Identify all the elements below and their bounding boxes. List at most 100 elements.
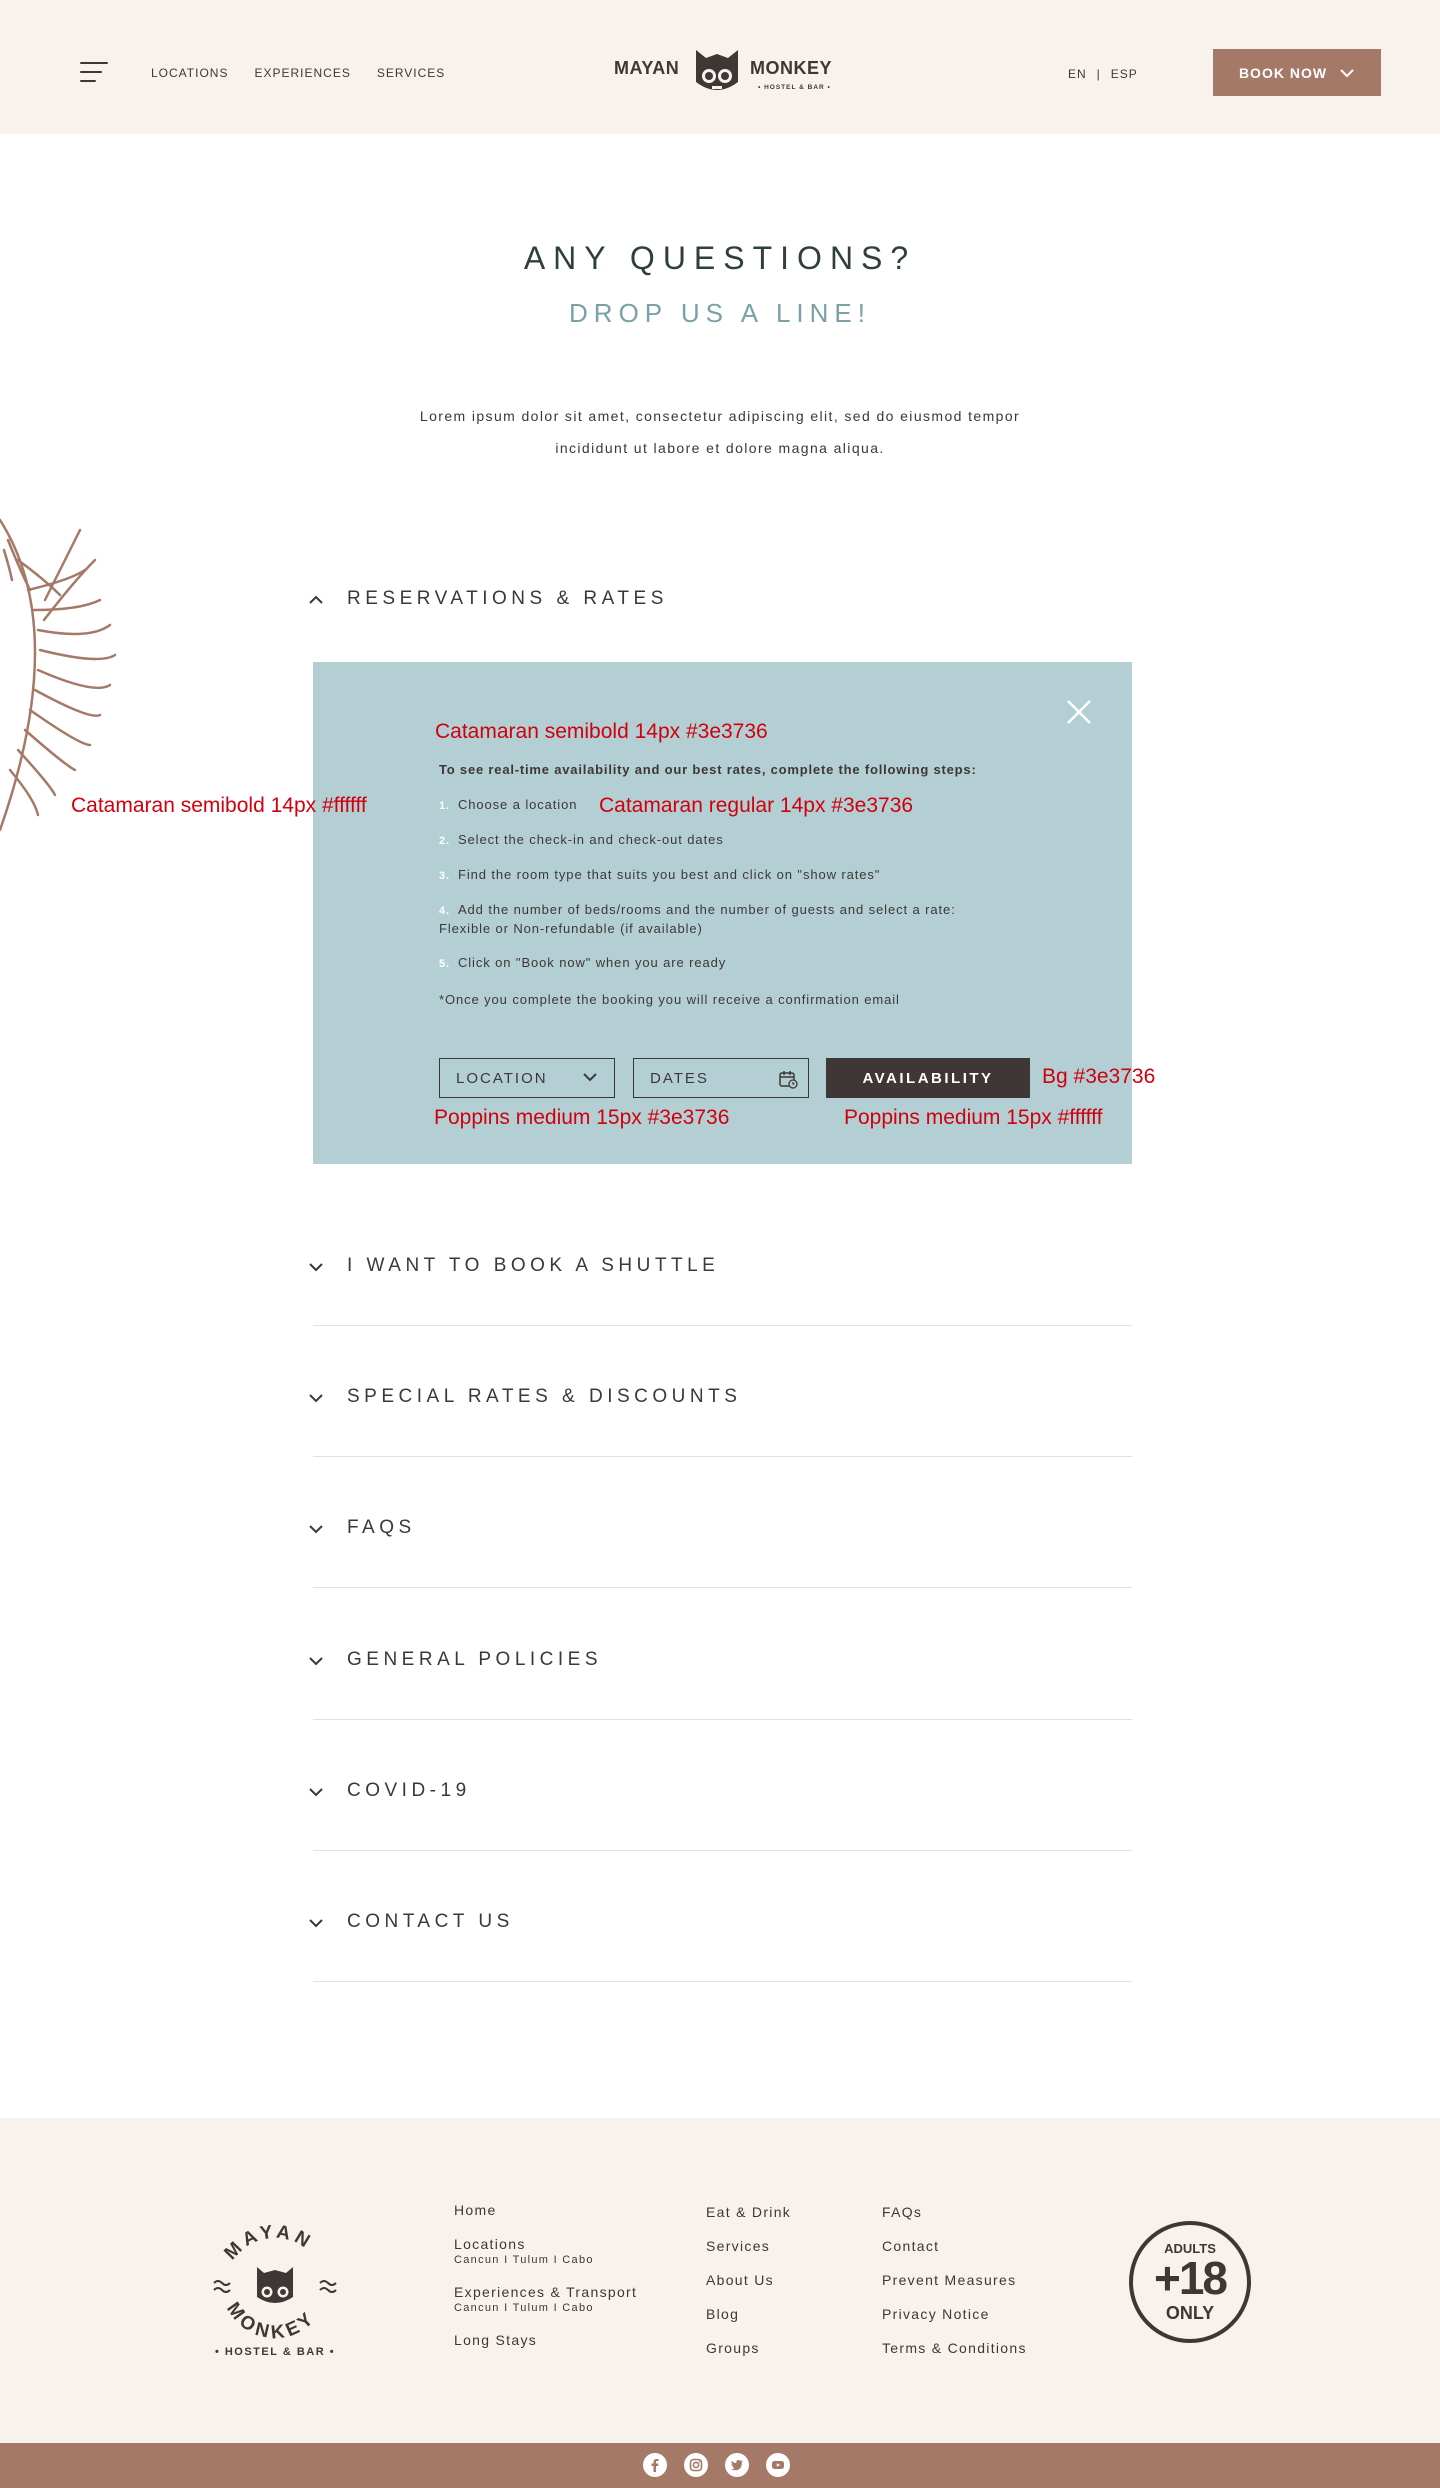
annotation-field-font: Poppins medium 15px #3e3736: [434, 1106, 730, 1129]
social-links: [643, 2453, 790, 2477]
footer-col-3: FAQs Contact Prevent Measures Privacy No…: [882, 2195, 1027, 2365]
footer-col-2: Eat & Drink Services About Us Blog Group…: [706, 2195, 791, 2365]
step-item: 1. Choose a location: [439, 796, 577, 815]
footer-link-sub: Cancun I Tulum I Cabo: [454, 2254, 594, 2266]
footer-col-1: Home Locations Cancun I Tulum I Cabo Exp…: [454, 2202, 637, 2348]
divider: [313, 1719, 1132, 1720]
chevron-down-icon: [583, 1073, 597, 1082]
footer-logo[interactable]: MAYAN MONKEY • HOSTEL & BAR •: [200, 2213, 350, 2363]
footer-logo-top: MAYAN: [220, 2222, 312, 2265]
step-text: Add the number of beds/rooms and the num…: [457, 902, 956, 917]
footer-logo-subtitle: • HOSTEL & BAR •: [215, 2346, 335, 2358]
twitter-icon[interactable]: [725, 2453, 749, 2477]
calendar-icon: [779, 1071, 798, 1089]
page-subtitle: DROP US A LINE!: [569, 298, 871, 328]
footer-link-prevent[interactable]: Prevent Measures: [882, 2263, 1027, 2297]
menu-icon[interactable]: [80, 62, 108, 82]
accordion-title-policies[interactable]: GENERAL POLICIES: [347, 1649, 602, 1671]
intro-line: Lorem ipsum dolor sit amet, consectetur …: [419, 408, 1021, 424]
logo-word-right: MONKEY: [750, 58, 833, 78]
chevron-up-icon[interactable]: [306, 590, 326, 610]
chevron-down-icon[interactable]: [306, 1519, 326, 1539]
social-bar: [0, 2443, 1440, 2488]
logo-subtitle: • HOSTEL & BAR •: [758, 84, 831, 91]
palm-leaf-decoration: [0, 518, 117, 832]
step-item: 4. Add the number of beds/rooms and the n…: [439, 901, 956, 938]
footer-link-long-stays[interactable]: Long Stays: [454, 2332, 637, 2348]
footer-link-faqs[interactable]: FAQs: [882, 2195, 1027, 2229]
footer-link-blog[interactable]: Blog: [706, 2297, 791, 2331]
step-number: 4.: [439, 905, 450, 917]
language-switcher: EN | ESP: [1068, 67, 1138, 81]
accordion-title-shuttle[interactable]: I WANT TO BOOK A SHUTTLE: [347, 1255, 719, 1277]
footer-link-contact[interactable]: Contact: [882, 2229, 1027, 2263]
badge-main-text: +18: [1153, 2252, 1228, 2304]
instagram-icon[interactable]: [684, 2453, 708, 2477]
accordion-title-special-rates[interactable]: SPECIAL RATES & DISCOUNTS: [347, 1386, 741, 1408]
footer-link-eat-drink[interactable]: Eat & Drink: [706, 2195, 791, 2229]
footer-link-services[interactable]: Services: [706, 2229, 791, 2263]
annotation-step-font: Catamaran regular 14px #3e3736: [599, 794, 914, 817]
youtube-icon[interactable]: [766, 2453, 790, 2477]
step-number: 3.: [439, 870, 450, 882]
accordion-title-reservations[interactable]: RESERVATIONS & RATES: [347, 588, 668, 610]
footer-link-privacy[interactable]: Privacy Notice: [882, 2297, 1027, 2331]
footer-link-sub: Cancun I Tulum I Cabo: [454, 2302, 594, 2314]
step-item: 3. Find the room type that suits you best…: [439, 866, 880, 885]
lang-esp[interactable]: ESP: [1111, 67, 1138, 81]
nav-locations[interactable]: LOCATIONS: [151, 66, 228, 80]
accordion-title-faqs[interactable]: FAQS: [347, 1517, 416, 1539]
footer-link-about[interactable]: About Us: [706, 2263, 791, 2297]
lang-en[interactable]: EN: [1068, 67, 1087, 81]
svg-text:MONKEY: MONKEY: [222, 2299, 320, 2344]
footer-link-locations[interactable]: Locations: [454, 2236, 637, 2252]
svg-text:MAYAN: MAYAN: [220, 2222, 316, 2265]
nav-services[interactable]: SERVICES: [377, 66, 445, 80]
badge-bottom-text: ONLY: [1165, 2303, 1215, 2323]
close-icon[interactable]: [1065, 698, 1093, 726]
accordion-title-covid[interactable]: COVID-19: [347, 1780, 471, 1802]
divider: [313, 1850, 1132, 1851]
chevron-down-icon[interactable]: [306, 1651, 326, 1671]
divider: [313, 1587, 1132, 1588]
step-item: 2. Select the check-in and check-out date…: [439, 831, 724, 850]
chevron-down-icon[interactable]: [306, 1257, 326, 1277]
facebook-icon[interactable]: [643, 2453, 667, 2477]
intro-text: Lorem ipsum dolor sit amet, consectetur …: [360, 400, 1080, 464]
dates-input-label: DATES: [650, 1069, 709, 1087]
footer-link-terms[interactable]: Terms & Conditions: [882, 2331, 1027, 2365]
availability-button[interactable]: AVAILABILITY: [826, 1058, 1030, 1098]
divider: [313, 1981, 1132, 1982]
accordion-title-contact[interactable]: CONTACT US: [347, 1911, 514, 1933]
step-text: Select the check-in and check-out dates: [457, 832, 724, 847]
site-footer: MAYAN MONKEY • HOSTEL & BAR • Home Locat…: [0, 2118, 1440, 2443]
step-number: 2.: [439, 835, 450, 847]
annotation-button-font: Poppins medium 15px #ffffff: [844, 1106, 1103, 1129]
logo-word-left: MAYAN: [614, 58, 680, 78]
footer-link-groups[interactable]: Groups: [706, 2331, 791, 2365]
book-now-label: BOOK NOW: [1238, 64, 1328, 81]
divider: [313, 1325, 1132, 1326]
footer-link-experiences[interactable]: Experiences & Transport: [454, 2284, 637, 2300]
chevron-down-icon[interactable]: [306, 1913, 326, 1933]
step-number: 1.: [439, 800, 450, 812]
step-text: Find the room type that suits you best a…: [457, 867, 881, 882]
chevron-down-icon[interactable]: [306, 1388, 326, 1408]
location-select[interactable]: LOCATION: [439, 1058, 615, 1098]
monkey-logo-icon: [696, 50, 738, 90]
chevron-down-icon[interactable]: [306, 1782, 326, 1802]
booking-note: *Once you complete the booking you will …: [439, 992, 900, 1007]
nav-experiences[interactable]: EXPERIENCES: [254, 66, 350, 80]
footer-logo-mark: MAYAN MONKEY • HOSTEL & BAR •: [213, 2222, 337, 2358]
adults-only-badge: ADULTS +18 ONLY: [1129, 2221, 1251, 2343]
step-text-continued: Flexible or Non-refundable (if available…: [439, 921, 703, 936]
lang-separator: |: [1096, 67, 1101, 81]
panel-intro: To see real-time availability and our be…: [439, 762, 977, 777]
footer-link-home[interactable]: Home: [454, 2202, 637, 2218]
book-now-button[interactable]: BOOK NOW: [1213, 49, 1381, 96]
divider: [313, 1456, 1132, 1457]
dates-input[interactable]: DATES: [633, 1058, 809, 1098]
site-header: LOCATIONS EXPERIENCES SERVICES MAYAN MON…: [0, 0, 1440, 134]
footer-logo-bottom: MONKEY: [222, 2299, 316, 2344]
logo[interactable]: MAYAN MONKEY • HOSTEL & BAR •: [614, 44, 854, 100]
